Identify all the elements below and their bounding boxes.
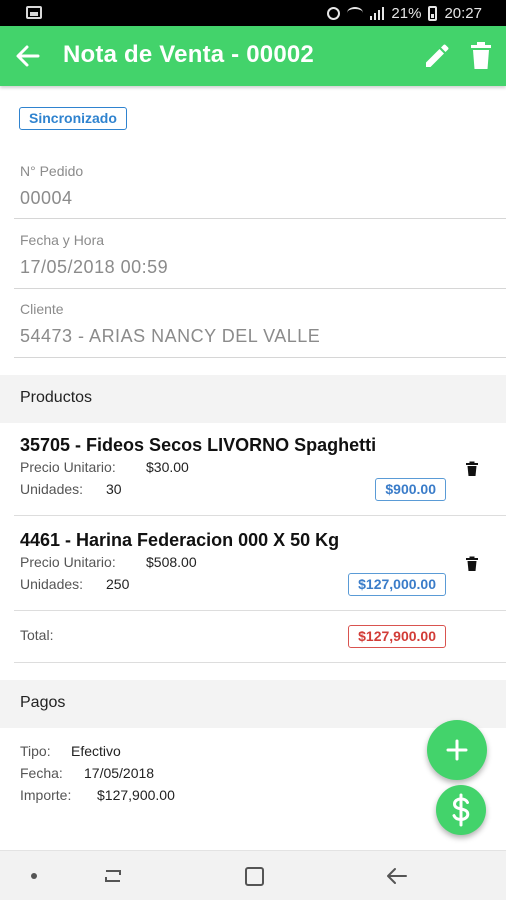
unit-price-value: $508.00	[146, 554, 197, 570]
unit-price-label: Precio Unitario:	[20, 554, 116, 570]
divider	[14, 515, 506, 516]
product-name: 35705 - Fideos Secos LIVORNO Spaghetti	[20, 435, 377, 455]
divider	[14, 662, 506, 663]
products-section-title: Productos	[20, 389, 93, 406]
product-subtotal-badge: $127,000.00	[348, 573, 446, 596]
product-subtotal-badge: $900.00	[375, 478, 446, 501]
plus-icon	[446, 739, 468, 761]
units-label: Unidades:	[20, 481, 84, 497]
unit-price-label: Precio Unitario:	[20, 459, 116, 475]
system-navigation-bar	[0, 850, 506, 900]
units-label: Unidades:	[20, 576, 84, 592]
battery-percent: 21%	[391, 4, 422, 22]
delete-product-icon[interactable]	[465, 461, 479, 477]
signal-icon	[370, 6, 385, 20]
payment-amount-label: Importe:	[20, 787, 72, 803]
clock: 20:27	[444, 4, 482, 22]
units-value: 250	[106, 576, 130, 592]
total-badge: $127,900.00	[348, 625, 446, 648]
payment-date-value: 17/05/2018	[84, 765, 155, 781]
divider	[14, 357, 506, 358]
payment-date-label: Fecha:	[20, 765, 63, 781]
add-fab-button[interactable]	[427, 720, 487, 780]
divider	[14, 610, 506, 611]
divider	[14, 288, 506, 289]
nav-dot-icon[interactable]	[31, 873, 37, 879]
battery-icon	[428, 5, 438, 21]
client-value: 54473 - ARIAS NANCY DEL VALLE	[20, 326, 321, 346]
client-label: Cliente	[20, 301, 64, 317]
delete-product-icon[interactable]	[465, 556, 479, 572]
unit-price-value: $30.00	[146, 459, 189, 475]
payment-amount-value: $127,900.00	[97, 787, 175, 803]
app-bar: Nota de Venta - 00002	[0, 26, 506, 86]
trash-icon	[471, 42, 491, 69]
status-bar: 21% 20:27	[0, 0, 506, 26]
products-section-header: Productos	[0, 375, 506, 423]
app-screen: 21% 20:27 Nota de Venta - 00002 Sincroni…	[0, 0, 506, 900]
divider	[14, 218, 506, 219]
page-title: Nota de Venta - 00002	[63, 41, 314, 68]
total-label: Total:	[20, 627, 54, 643]
recent-apps-icon[interactable]	[100, 865, 126, 887]
order-number-label: N° Pedido	[20, 163, 84, 179]
home-icon[interactable]	[245, 867, 264, 886]
units-value: 30	[106, 481, 122, 497]
back-button[interactable]	[10, 38, 46, 74]
image-notification-icon	[26, 6, 42, 19]
nav-back-icon[interactable]	[384, 864, 410, 888]
pencil-icon	[426, 44, 449, 67]
sync-status-badge: Sincronizado	[19, 107, 127, 130]
payments-section-title: Pagos	[20, 694, 66, 711]
datetime-value: 17/05/2018 00:59	[20, 257, 169, 277]
order-number-value: 00004	[20, 188, 73, 208]
delete-button[interactable]	[464, 38, 498, 74]
dollar-icon	[452, 793, 470, 827]
datetime-label: Fecha y Hora	[20, 232, 105, 248]
payment-fab-button[interactable]	[436, 785, 486, 835]
edit-button[interactable]	[420, 39, 454, 73]
status-indicators: 21% 20:27	[327, 4, 482, 22]
payment-type-label: Tipo:	[20, 743, 51, 759]
product-name: 4461 - Harina Federacion 000 X 50 Kg	[20, 530, 340, 550]
arrow-back-icon	[16, 45, 40, 67]
payment-type-value: Efectivo	[71, 743, 121, 759]
wifi-icon	[347, 7, 364, 19]
alarm-icon	[327, 6, 341, 20]
